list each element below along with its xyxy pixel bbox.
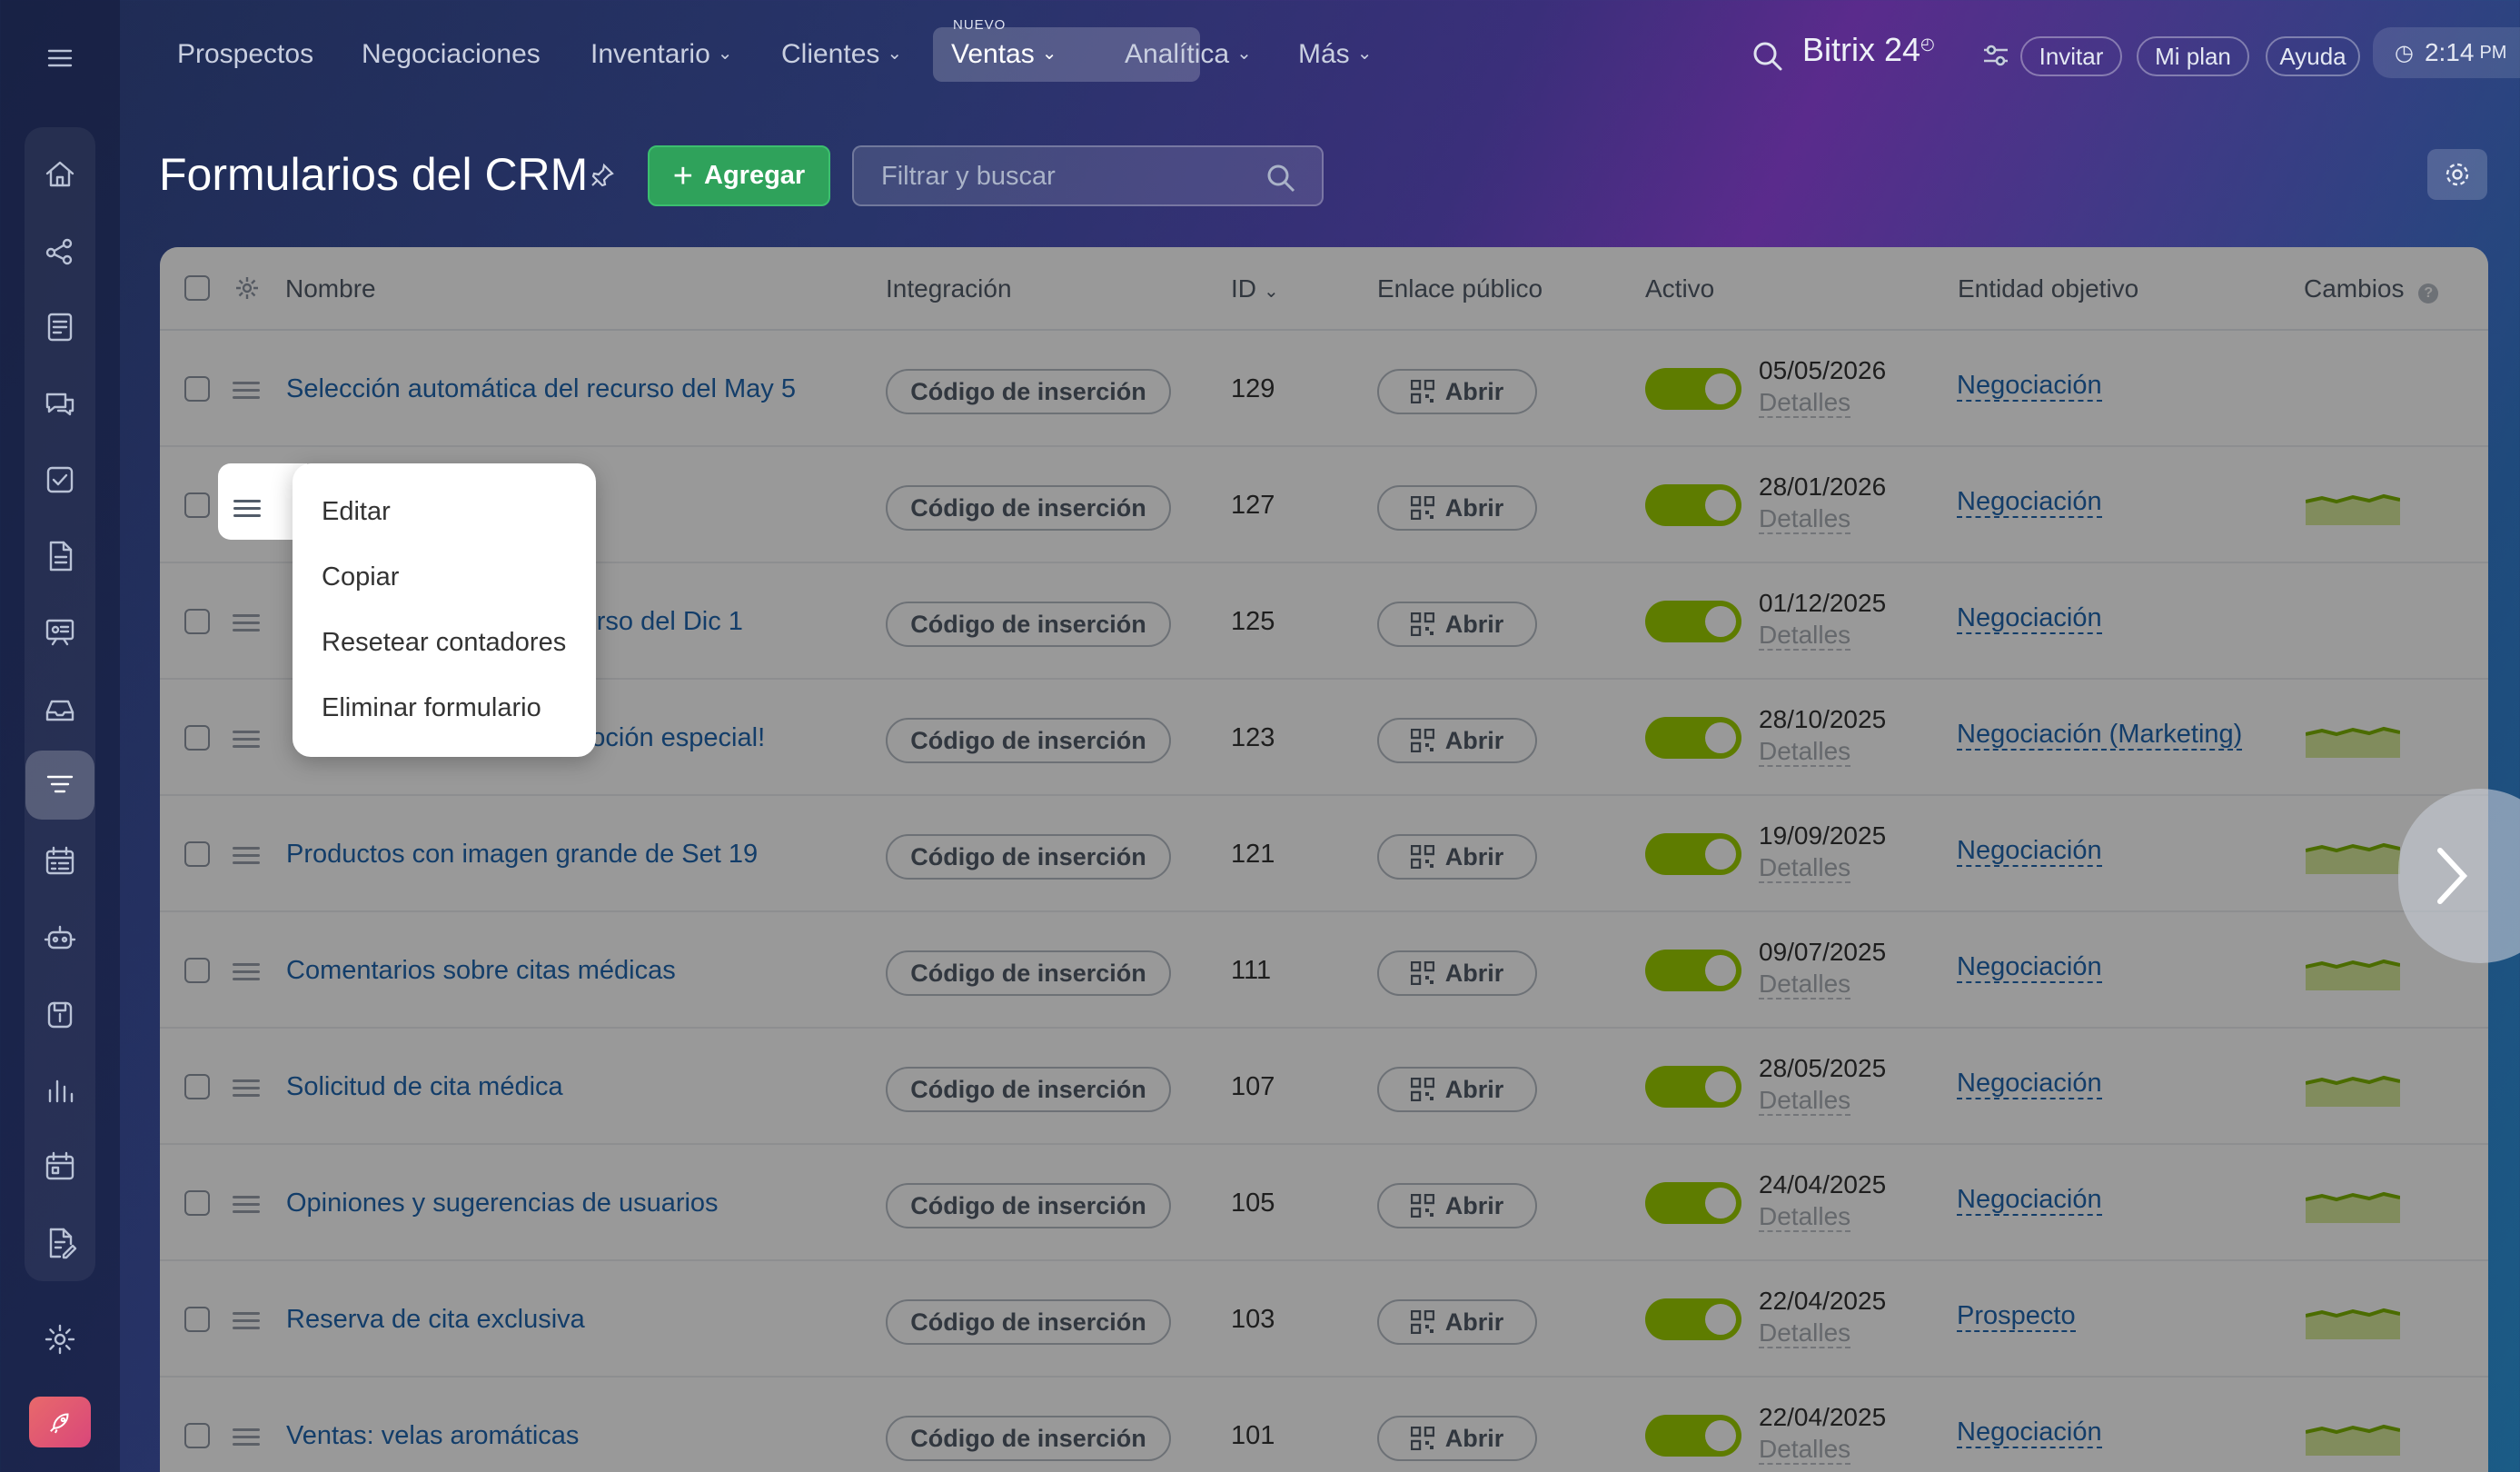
my-plan-button[interactable]: Mi plan bbox=[2137, 36, 2249, 76]
search-input[interactable] bbox=[881, 158, 1263, 194]
nav-label: Analítica bbox=[1125, 39, 1230, 69]
chat-icon[interactable] bbox=[25, 369, 94, 438]
chevron-down-icon: ⌄ bbox=[887, 43, 903, 64]
pin-icon[interactable] bbox=[589, 162, 616, 194]
calendar-list-icon[interactable] bbox=[25, 827, 94, 896]
chevron-down-icon: ⌄ bbox=[1041, 43, 1057, 64]
add-label: Agregar bbox=[704, 161, 806, 190]
nav-label: Prospectos bbox=[177, 39, 314, 69]
settings-gear-icon[interactable] bbox=[25, 1305, 94, 1374]
time-suffix: PM bbox=[2479, 42, 2507, 63]
menu-item-reset-counters[interactable]: Resetear contadores bbox=[322, 628, 566, 658]
menu-icon[interactable] bbox=[25, 24, 94, 93]
time-text: 2:14 bbox=[2424, 38, 2475, 66]
help-button[interactable]: Ayuda bbox=[2266, 36, 2360, 76]
plus-icon: + bbox=[672, 156, 693, 195]
nav-label: Más bbox=[1298, 39, 1350, 69]
help-label: Ayuda bbox=[2279, 42, 2346, 70]
chevron-down-icon: ⌄ bbox=[1356, 43, 1373, 64]
document-icon[interactable] bbox=[25, 522, 94, 591]
nav-inventario[interactable]: Inventario ⌄ bbox=[572, 27, 751, 82]
tasks-flow-icon[interactable] bbox=[25, 216, 94, 285]
page-settings-button[interactable] bbox=[2427, 149, 2487, 200]
invite-label: Invitar bbox=[2039, 42, 2104, 70]
nav-label: Negociaciones bbox=[362, 39, 541, 69]
home-icon[interactable] bbox=[25, 140, 94, 209]
brand-logo[interactable]: Bitrix 24◴ bbox=[1802, 31, 1935, 69]
nav-analitica[interactable]: Analítica ⌄ bbox=[1106, 27, 1270, 82]
analytics-icon[interactable] bbox=[25, 1056, 94, 1125]
chevron-down-icon: ⌄ bbox=[1236, 43, 1252, 64]
page-title: Formularios del CRM bbox=[159, 149, 589, 200]
crm-funnel-icon[interactable] bbox=[25, 751, 94, 820]
nav-label: Ventas bbox=[951, 39, 1035, 69]
clock-icon: ◷ bbox=[2395, 40, 2414, 65]
menu-item-edit[interactable]: Editar bbox=[322, 497, 391, 527]
sliders-icon[interactable] bbox=[1980, 40, 2011, 71]
filter-search[interactable] bbox=[852, 145, 1324, 206]
calendar-icon[interactable] bbox=[25, 1132, 94, 1201]
nav-prospectos[interactable]: Prospectos bbox=[159, 27, 332, 82]
chevron-right-icon bbox=[2437, 848, 2468, 904]
context-menu: Editar Copiar Resetear contadores Elimin… bbox=[293, 463, 596, 757]
search-icon[interactable] bbox=[1750, 38, 1786, 75]
sign-document-icon[interactable] bbox=[25, 1208, 94, 1278]
menu-item-delete-form[interactable]: Eliminar formulario bbox=[322, 693, 541, 723]
robot-icon[interactable] bbox=[25, 903, 94, 972]
nav-clientes[interactable]: Clientes ⌄ bbox=[763, 27, 920, 82]
nav-label: Inventario bbox=[590, 39, 710, 69]
inbox-icon[interactable] bbox=[25, 674, 94, 743]
gear-icon bbox=[2446, 163, 2469, 186]
nav-mas[interactable]: Más ⌄ bbox=[1280, 27, 1390, 82]
feed-icon[interactable] bbox=[25, 293, 94, 362]
menu-item-copy[interactable]: Copiar bbox=[322, 562, 399, 592]
time-widget[interactable]: ◷ 2:14 PM bbox=[2373, 27, 2520, 78]
brand-text: Bitrix 24 bbox=[1802, 31, 1921, 68]
search-icon[interactable] bbox=[1265, 163, 1296, 194]
task-check-icon[interactable] bbox=[25, 445, 94, 514]
nav-negociaciones[interactable]: Negociaciones bbox=[343, 27, 559, 82]
menu-lines-icon bbox=[233, 500, 261, 518]
my-plan-label: Mi plan bbox=[2155, 42, 2231, 70]
chevron-down-icon: ⌄ bbox=[717, 43, 733, 64]
add-button[interactable]: + Agregar bbox=[648, 145, 830, 206]
clock-small-icon: ◴ bbox=[1920, 35, 1935, 53]
new-badge: NUEVO bbox=[953, 17, 1007, 33]
nav-label: Clientes bbox=[781, 39, 880, 69]
modal-overlay[interactable] bbox=[160, 247, 2488, 1472]
presentation-icon[interactable] bbox=[25, 598, 94, 667]
store-icon[interactable] bbox=[25, 980, 94, 1049]
rocket-icon[interactable] bbox=[29, 1397, 91, 1447]
invite-button[interactable]: Invitar bbox=[2020, 36, 2122, 76]
